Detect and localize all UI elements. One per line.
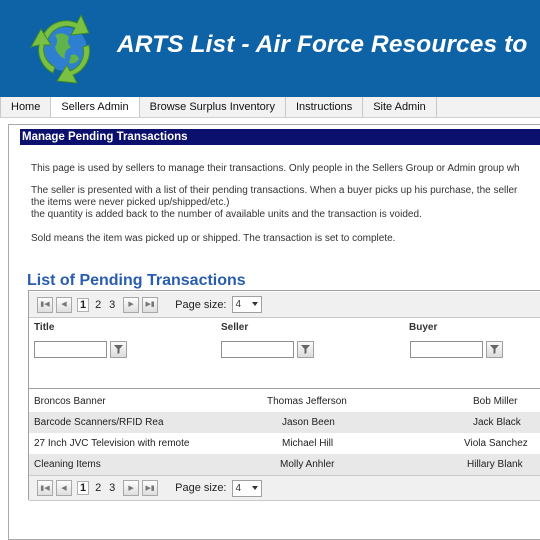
- recycle-globe-icon: [30, 13, 91, 84]
- page-size-label: Page size:: [175, 482, 227, 494]
- table-row[interactable]: Cleaning Items Molly Anhler Hillary Blan…: [29, 454, 540, 475]
- row-title: 27 Inch JVC Television with remote: [34, 438, 190, 449]
- title-filter-icon[interactable]: [110, 341, 127, 358]
- page-size-select[interactable]: 4: [231, 296, 262, 313]
- page-2-link[interactable]: 2: [93, 482, 103, 494]
- page-1-link[interactable]: 1: [77, 297, 90, 312]
- table-row[interactable]: Barcode Scanners/RFID Rea Jason Been Jac…: [29, 412, 540, 433]
- transactions-grid: ▮◀ ◀ 1 2 3 ▶ ▶▮ Page size: 4 Title Selle…: [28, 290, 540, 501]
- section-header: Manage Pending Transactions: [20, 129, 540, 145]
- chevron-down-icon: [251, 485, 258, 490]
- nav-home[interactable]: Home: [0, 97, 52, 117]
- column-header-buyer[interactable]: Buyer: [409, 322, 437, 333]
- row-buyer: Jack Black: [473, 417, 521, 428]
- description-line-2: the items were never picked up/shipped/e…: [31, 197, 230, 208]
- page-3-link[interactable]: 3: [107, 299, 117, 311]
- sold-paragraph: Sold means the item was picked up or shi…: [31, 233, 396, 244]
- page-size-label: Page size:: [175, 298, 227, 311]
- funnel-icon: [490, 345, 499, 354]
- buyer-filter-input[interactable]: [410, 341, 483, 358]
- pager-bottom: ▮◀ ◀ 1 2 3 ▶ ▶▮ Page size: 4: [29, 475, 540, 501]
- buyer-filter-icon[interactable]: [486, 341, 503, 358]
- first-page-icon[interactable]: ▮◀: [37, 296, 53, 313]
- table-row[interactable]: 27 Inch JVC Television with remote Micha…: [29, 433, 540, 454]
- row-seller: Jason Been: [282, 417, 335, 428]
- main-nav: Home Sellers Admin Browse Surplus Invent…: [0, 97, 540, 118]
- prev-page-icon[interactable]: ◀: [56, 480, 72, 496]
- page-2-link[interactable]: 2: [93, 299, 103, 311]
- row-buyer: Hillary Blank: [467, 459, 523, 470]
- funnel-icon: [301, 345, 310, 354]
- seller-filter-icon[interactable]: [297, 341, 314, 358]
- row-title: Barcode Scanners/RFID Rea: [34, 417, 164, 428]
- first-page-icon[interactable]: ▮◀: [37, 480, 53, 496]
- funnel-icon: [114, 345, 123, 354]
- table-row[interactable]: Broncos Banner Thomas Jefferson Bob Mill…: [29, 391, 540, 412]
- nav-site-admin[interactable]: Site Admin: [363, 97, 437, 117]
- list-title: List of Pending Transactions: [27, 272, 246, 289]
- next-page-icon[interactable]: ▶: [123, 480, 140, 496]
- row-seller: Thomas Jefferson: [267, 396, 347, 407]
- page-size-value: 4: [235, 482, 242, 494]
- page-3-link[interactable]: 3: [107, 482, 117, 494]
- nav-sellers-admin[interactable]: Sellers Admin: [51, 97, 140, 117]
- last-page-icon[interactable]: ▶▮: [142, 296, 159, 313]
- last-page-icon[interactable]: ▶▮: [142, 480, 159, 496]
- intro-paragraph: This page is used by sellers to manage t…: [31, 163, 520, 174]
- seller-filter-input[interactable]: [221, 341, 294, 358]
- row-title: Cleaning Items: [34, 459, 101, 470]
- pager-top: ▮◀ ◀ 1 2 3 ▶ ▶▮ Page size: 4: [29, 292, 540, 318]
- title-filter-input[interactable]: [34, 341, 107, 358]
- column-header-title[interactable]: Title: [34, 322, 54, 333]
- site-title: ARTS List - Air Force Resources to: [117, 31, 528, 58]
- row-buyer: Bob Miller: [473, 396, 518, 407]
- row-buyer: Viola Sanchez: [464, 438, 528, 449]
- row-seller: Michael Hill: [282, 438, 334, 449]
- header-banner: ARTS List - Air Force Resources to: [0, 0, 540, 97]
- description-line-3: the quantity is added back to the number…: [31, 209, 422, 220]
- next-page-icon[interactable]: ▶: [123, 296, 140, 313]
- nav-browse-surplus-inventory[interactable]: Browse Surplus Inventory: [140, 97, 286, 117]
- description-line-1: The seller is presented with a list of t…: [31, 185, 518, 196]
- row-seller: Molly Anhler: [280, 459, 335, 470]
- chevron-down-icon: [251, 302, 258, 306]
- page-1-link[interactable]: 1: [77, 481, 90, 495]
- page-size-value: 4: [235, 299, 242, 310]
- column-headers: Title Seller Buyer: [29, 319, 540, 337]
- nav-instructions[interactable]: Instructions: [286, 97, 364, 117]
- column-header-seller[interactable]: Seller: [221, 322, 248, 333]
- page-size-select[interactable]: 4: [231, 479, 262, 497]
- row-title: Broncos Banner: [34, 396, 106, 407]
- filter-row: [29, 337, 540, 389]
- prev-page-icon[interactable]: ◀: [56, 296, 72, 313]
